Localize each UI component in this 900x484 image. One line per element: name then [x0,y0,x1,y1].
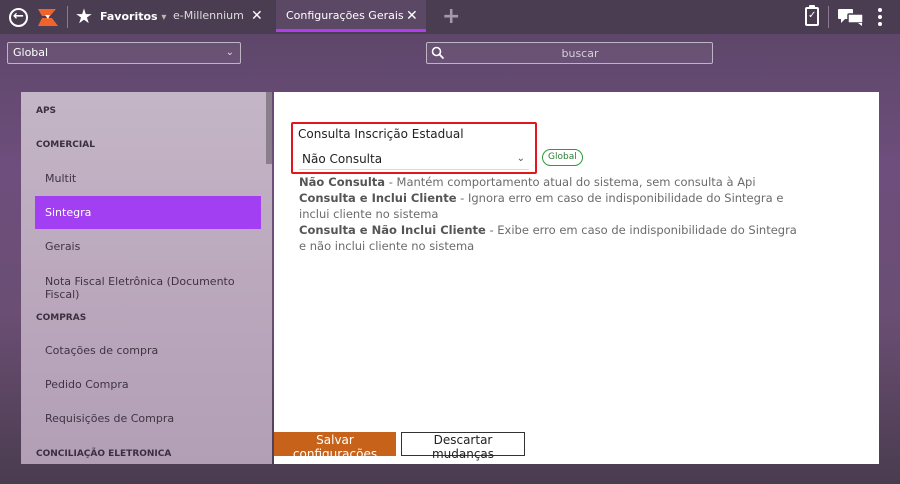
sidebar-item-gerais[interactable]: Gerais [45,240,80,253]
option-name: Consulta e Inclui Cliente [299,191,457,205]
back-icon[interactable]: ← [9,8,28,27]
nav-group-aps[interactable]: APS [36,106,56,116]
selected-value: Não Consulta [302,152,383,166]
favorites-menu[interactable]: Favoritos ▾ [100,10,166,23]
divider [67,6,68,28]
save-button[interactable]: Salvar configurações [274,432,396,461]
star-icon[interactable]: ★ [75,4,93,28]
clipboard-check-icon[interactable]: ✓ [805,5,819,26]
nav-group-compras[interactable]: COMPRAS [36,313,86,323]
tab-label: e-Millennium [173,9,244,22]
scope-value: Global [13,46,49,59]
help-option: Não Consulta - Mantém comportamento atua… [299,174,799,190]
settings-sidebar: APS COMERCIAL Multit Sintegra Gerais Not… [21,92,272,464]
sidebar-item-cotacoes[interactable]: Cotações de compra [45,344,158,357]
option-name: Não Consulta [299,175,386,189]
scope-badge: Global [542,149,583,166]
discard-button[interactable]: Descartar mudanças [401,432,525,461]
sidebar-item-requisicoes[interactable]: Requisições de Compra [45,412,174,425]
kebab-menu-icon[interactable] [878,8,882,26]
chevron-down-icon: ⌄ [516,153,525,164]
chat-icon[interactable] [838,8,864,26]
divider [828,6,829,28]
close-icon[interactable]: ✕ [251,0,263,32]
sidebar-item-sintegra[interactable]: Sintegra [35,196,261,229]
logo[interactable] [36,6,60,28]
nav-group-comercial[interactable]: COMERCIAL [36,140,95,150]
search-box[interactable] [426,42,713,64]
option-name: Consulta e Não Inclui Cliente [299,223,486,237]
sidebar-item-nota-fiscal[interactable]: Nota Fiscal Eletrônica (Documento Fiscal… [45,275,272,301]
add-tab-icon[interactable]: + [442,4,460,30]
scrollbar[interactable] [266,92,272,164]
option-description: - Mantém comportamento atual do sistema,… [385,175,756,189]
tab-e-millennium[interactable]: e-Millennium ✕ [163,0,271,32]
sidebar-item-multit[interactable]: Multit [45,172,76,185]
sidebar-item-pedido-compra[interactable]: Pedido Compra [45,378,129,391]
options-help: Não Consulta - Mantém comportamento atua… [299,174,799,254]
tab-configuracoes-gerais[interactable]: Configurações Gerais ✕ [276,0,426,32]
tab-label: Configurações Gerais [286,9,404,22]
consulta-ie-select[interactable]: Não Consulta ⌄ [299,148,529,170]
scope-select[interactable]: Global ⌄ [7,42,241,64]
search-icon [431,46,445,60]
settings-content: Consulta Inscrição Estadual Não Consulta… [274,92,879,464]
nav-group-conciliacao[interactable]: CONCILIAÇÃO ELETRONICA [36,449,171,459]
help-option: Consulta e Inclui Cliente - Ignora erro … [299,190,799,222]
highlighted-setting: Consulta Inscrição Estadual Não Consulta… [291,122,537,174]
top-bar: ← ★ Favoritos ▾ e-Millennium ✕ Configura… [0,0,900,34]
close-icon[interactable]: ✕ [406,0,418,32]
setting-label: Consulta Inscrição Estadual [298,127,464,141]
search-input[interactable] [449,43,711,63]
chevron-down-icon: ⌄ [225,47,234,58]
help-option: Consulta e Não Inclui Cliente - Exibe er… [299,222,799,254]
favorites-label: Favoritos [100,10,158,23]
